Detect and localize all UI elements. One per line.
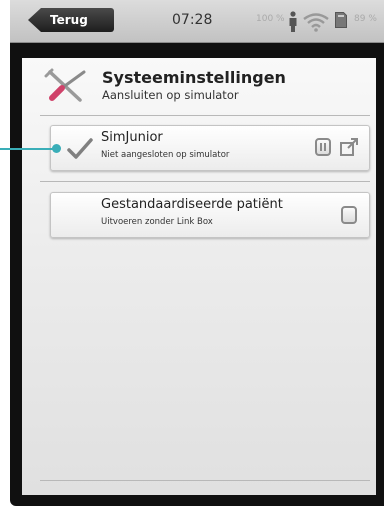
page-header: Systeeminstellingen Aansluiten op simula… xyxy=(22,58,376,118)
external-link-icon[interactable] xyxy=(339,138,359,158)
setting-status: Uitvoeren zonder Link Box xyxy=(101,217,213,227)
setting-simjunior[interactable]: SimJunior Niet aangesloten op simulator xyxy=(50,125,370,171)
battery-percent-left: 100 % xyxy=(256,14,285,24)
status-bar: Terug 07:28 100 % 89 % xyxy=(10,0,384,43)
setting-status: Niet aangesloten op simulator xyxy=(101,150,230,160)
toggle-icon[interactable] xyxy=(341,206,357,224)
divider xyxy=(40,115,370,116)
wifi-icon xyxy=(303,13,329,32)
clock: 07:28 xyxy=(172,12,213,28)
device-screen: Terug 07:28 100 % 89 % Systeeminstelling… xyxy=(10,0,384,506)
callout-dot xyxy=(52,144,61,153)
toggle-icon[interactable] xyxy=(315,138,331,156)
setting-title: Gestandaardiseerde patiënt xyxy=(101,197,283,212)
divider xyxy=(40,181,370,182)
page-subtitle: Aansluiten op simulator xyxy=(102,88,239,102)
person-icon xyxy=(289,11,297,32)
settings-panel: Systeeminstellingen Aansluiten op simula… xyxy=(22,58,376,495)
tools-icon xyxy=(44,68,86,102)
back-button[interactable]: Terug xyxy=(28,8,114,32)
divider xyxy=(40,480,370,481)
page-title: Systeeminstellingen xyxy=(102,68,286,87)
setting-title: SimJunior xyxy=(101,130,163,145)
checkmark-icon xyxy=(67,138,93,159)
callout-line xyxy=(0,148,58,150)
sd-card-icon xyxy=(335,12,347,28)
setting-standardized-patient[interactable]: Gestandaardiseerde patiënt Uitvoeren zon… xyxy=(50,192,370,238)
battery-percent-right: 89 % xyxy=(354,14,377,24)
